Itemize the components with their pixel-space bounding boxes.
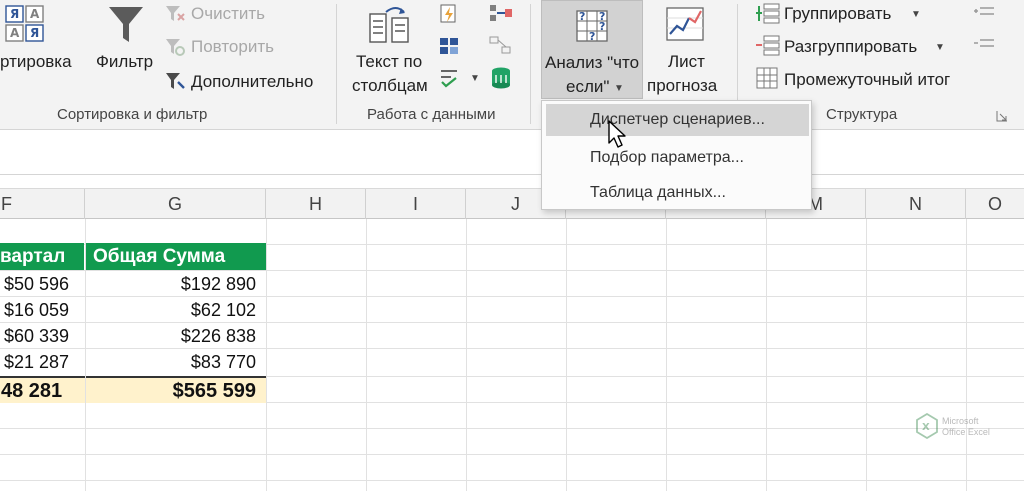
sort-button-label[interactable]: ртировка [0,52,72,72]
watermark-line-1: Microsoft [942,416,979,426]
mouse-pointer-icon [607,119,629,149]
clear-button-label[interactable]: Очистить [191,4,265,24]
svg-text:X: X [922,422,930,433]
svg-text:Я: Я [30,26,39,40]
table-cell[interactable]: $226 838 [86,323,266,349]
excel-logo-icon: X [916,413,938,439]
relationships-icon[interactable] [488,35,514,57]
watermark-line-2: Office Excel [942,427,990,437]
forecast-sheet-label-1[interactable]: Лист [668,52,705,72]
remove-duplicates-icon[interactable] [438,35,460,57]
text-to-columns-icon[interactable] [366,4,414,46]
grid-line [866,219,867,491]
ungroup-rows-icon[interactable] [755,34,781,58]
table-header-cell[interactable]: Общая Сумма [86,243,266,270]
menu-item-data-table[interactable]: Таблица данных... [546,177,809,209]
text-to-columns-label-2[interactable]: столбцам [352,76,428,96]
subtotal-button-label[interactable]: Промежуточный итог [784,70,950,90]
svg-text:?: ? [589,30,595,43]
column-headers: F G H I J K L M N O [0,188,1024,219]
group-separator [530,4,531,124]
svg-text:?: ? [579,10,585,23]
data-model-icon[interactable] [488,66,514,90]
grid-line [366,219,367,491]
ribbon: Я А А Я ртировка Фильтр Очистить Повтори… [0,0,1024,130]
sort-filter-group-label: Сортировка и фильтр [57,106,208,123]
grid-line [666,219,667,491]
filter-button-label[interactable]: Фильтр [96,52,153,72]
total-cell[interactable]: 48 281 [0,376,85,403]
grid-line [0,454,1024,455]
svg-text:А: А [30,7,40,21]
filter-funnel-icon[interactable] [106,4,146,46]
grid-line [0,428,1024,429]
whatif-caret-icon: ▼ [614,83,624,94]
grid-line [566,219,567,491]
whatif-dropdown-menu: Диспетчер сценариев... Подбор параметра.… [541,100,812,210]
formula-bar[interactable] [0,131,1024,175]
worksheet-grid[interactable]: вартал Общая Сумма $50 596 $192 890 $16 … [0,219,1024,491]
consolidate-icon[interactable] [488,3,514,25]
whatif-analysis-button[interactable]: ? ? ? ? Анализ "что если" ▼ [541,0,643,99]
total-cell[interactable]: $565 599 [86,376,266,403]
grid-line [0,480,1024,481]
show-detail-icon[interactable] [972,2,996,22]
table-cell[interactable]: $60 339 [4,323,84,349]
table-cell[interactable]: $50 596 [4,271,84,297]
grid-line [966,219,967,491]
group-separator [336,4,337,124]
advanced-filter-icon[interactable] [164,70,186,92]
flash-fill-icon[interactable] [438,3,460,25]
outline-group-label: Структура [826,106,898,123]
svg-text:А: А [10,26,20,40]
table-cell[interactable]: $16 059 [4,297,84,323]
menu-item-goal-seek[interactable]: Подбор параметра... [546,142,809,174]
whatif-table-icon: ? ? ? ? [573,5,613,45]
forecast-sheet-icon[interactable] [664,4,706,44]
column-header-i[interactable]: I [366,189,466,219]
table-cell[interactable]: $62 102 [86,297,266,323]
svg-text:Я: Я [10,7,19,21]
svg-text:?: ? [599,10,605,23]
reapply-icon[interactable] [164,37,186,57]
data-validation-icon[interactable] [438,66,460,88]
forecast-sheet-label-2[interactable]: прогноза [647,76,717,96]
column-header-h[interactable]: H [266,189,366,219]
ungroup-caret-icon[interactable]: ▼ [935,42,945,53]
table-cell[interactable]: $21 287 [4,349,84,375]
group-caret-icon[interactable]: ▼ [911,9,921,20]
text-to-columns-label-1[interactable]: Текст по [356,52,422,72]
whatif-label-2: если" [566,77,610,96]
column-header-g[interactable]: G [85,189,266,219]
group-rows-icon[interactable] [755,2,781,26]
office-excel-watermark: X Microsoft Office Excel [916,413,1016,443]
clear-filter-icon[interactable] [164,4,186,24]
grid-line [466,219,467,491]
menu-item-scenario-manager[interactable]: Диспетчер сценариев... [546,104,809,136]
table-cell[interactable]: $83 770 [86,349,266,375]
data-validation-caret-icon[interactable]: ▼ [470,73,480,84]
advanced-button-label[interactable]: Дополнительно [191,72,313,92]
table-header-cell[interactable]: вартал [0,243,84,270]
ungroup-button-label[interactable]: Разгруппировать [784,37,917,57]
sort-az-icon[interactable]: Я А А Я [2,4,48,44]
data-tools-group-label: Работа с данными [367,106,496,123]
column-header-o[interactable]: O [966,189,1024,219]
column-header-f[interactable]: F [0,189,85,219]
grid-line [266,219,267,491]
group-button-label[interactable]: Группировать [784,4,891,24]
whatif-label-1: Анализ "что [545,53,640,72]
hide-detail-icon[interactable] [972,34,996,54]
table-cell[interactable]: $192 890 [86,271,266,297]
column-header-n[interactable]: N [866,189,966,219]
subtotal-icon[interactable] [755,66,781,90]
reapply-button-label[interactable]: Повторить [191,37,274,57]
dialog-launcher-icon[interactable] [996,109,1008,122]
grid-line [766,219,767,491]
